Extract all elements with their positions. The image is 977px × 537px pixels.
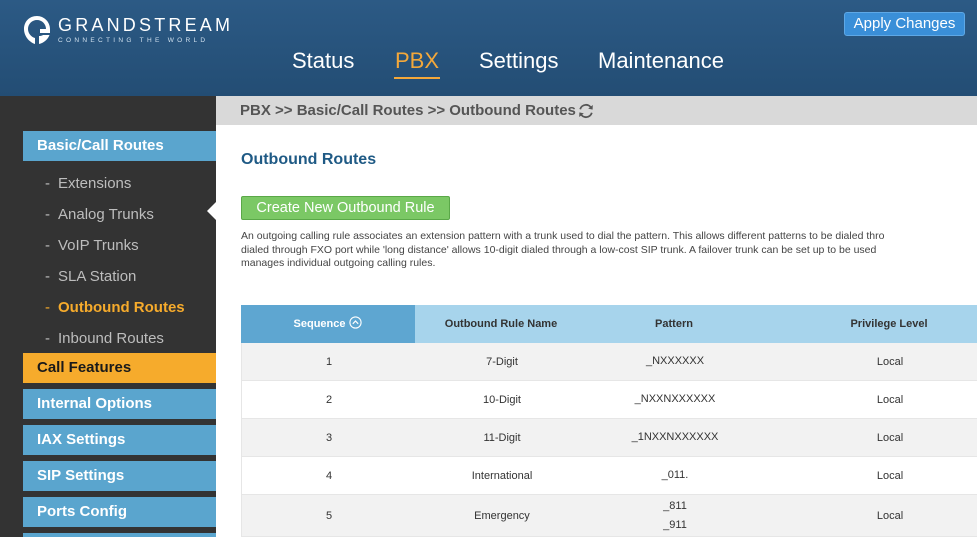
description-line: manages individual outgoing calling rule… xyxy=(241,257,436,269)
description-line: dialed through FXO port while 'long dist… xyxy=(241,243,877,256)
cell-pattern: _NXXNXXXXXX xyxy=(588,381,762,418)
sidebar-item-analog-trunks[interactable]: - Analog Trunks xyxy=(45,206,154,223)
outbound-routes-table: Sequence Outbound Rule Name Pattern Priv… xyxy=(241,305,977,537)
sidebar-item-label: Analog Trunks xyxy=(58,206,154,223)
cell-rule-name: 10-Digit xyxy=(483,393,521,406)
sidebar-item-label: Extensions xyxy=(58,175,132,192)
sidebar-section-call-features[interactable]: Call Features xyxy=(23,353,216,383)
cell-pattern: _NXXXXXX xyxy=(588,343,762,380)
cell-rule-name: 7-Digit xyxy=(486,355,518,368)
cell-sequence: 4 xyxy=(325,469,333,482)
top-header: GRANDSTREAM CONNECTING THE WORLD Apply C… xyxy=(0,0,977,96)
table-row[interactable]: 1 7-Digit _NXXXXXX Local xyxy=(241,343,977,381)
cell-rule-name: Emergency xyxy=(474,509,530,522)
nav-active-underline xyxy=(394,77,440,79)
sidebar-section-basic-call-routes[interactable]: Basic/Call Routes xyxy=(23,131,216,161)
sidebar-section-next[interactable] xyxy=(23,533,216,537)
dash-marker: - xyxy=(45,330,50,347)
dash-marker: - xyxy=(45,268,50,285)
main-content: Outbound Routes Create New Outbound Rule… xyxy=(216,125,977,537)
sidebar-section-sip-settings[interactable]: SIP Settings xyxy=(23,461,216,491)
logo-mark-icon xyxy=(24,16,50,44)
pattern-value: _811 xyxy=(663,499,687,512)
active-item-pointer xyxy=(207,202,216,220)
sidebar-section-ports-config[interactable]: Ports Config xyxy=(23,497,216,527)
table-row[interactable]: 3 11-Digit _1NXXNXXXXXX Local xyxy=(241,419,977,457)
nav-maintenance[interactable]: Maintenance xyxy=(598,48,724,74)
cell-pattern: _811 _911 xyxy=(588,495,762,536)
sidebar-section-internal-options[interactable]: Internal Options xyxy=(23,389,216,419)
breadcrumb: PBX >> Basic/Call Routes >> Outbound Rou… xyxy=(240,102,576,119)
logo-name: GRANDSTREAM xyxy=(58,14,234,35)
header-sequence-label: Sequence xyxy=(293,318,346,330)
description-line: An outgoing calling rule associates an e… xyxy=(241,230,885,242)
sidebar-item-label: Inbound Routes xyxy=(58,330,164,347)
sidebar-item-inbound-routes[interactable]: - Inbound Routes xyxy=(45,330,164,347)
nav-status[interactable]: Status xyxy=(292,48,354,74)
dash-marker: - xyxy=(45,206,50,223)
sidebar-item-label: Outbound Routes xyxy=(58,299,185,316)
pattern-value: _011. xyxy=(661,469,689,481)
pattern-value: _1NXXNXXXXXX xyxy=(631,431,719,443)
cell-privilege: Local xyxy=(876,355,904,368)
cell-pattern: _1NXXNXXXXXX xyxy=(588,419,762,456)
cell-privilege: Local xyxy=(876,509,904,522)
dash-marker: - xyxy=(45,237,50,254)
sort-asc-icon[interactable] xyxy=(349,316,363,329)
sidebar-item-voip-trunks[interactable]: - VoIP Trunks xyxy=(45,237,139,254)
table-header: Sequence Outbound Rule Name Pattern Priv… xyxy=(241,305,977,343)
table-row[interactable]: 4 International _011. Local xyxy=(241,457,977,495)
header-sequence[interactable]: Sequence xyxy=(241,305,415,343)
table-row[interactable]: 5 Emergency _811 _911 Local xyxy=(241,495,977,537)
sidebar-item-extensions[interactable]: - Extensions xyxy=(45,175,131,192)
cell-sequence: 5 xyxy=(325,509,333,522)
sidebar-section-iax-settings[interactable]: IAX Settings xyxy=(23,425,216,455)
create-outbound-rule-button[interactable]: Create New Outbound Rule xyxy=(241,196,450,220)
page-title: Outbound Routes xyxy=(241,151,377,168)
cell-pattern: _011. xyxy=(588,457,762,494)
cell-sequence: 1 xyxy=(325,355,333,368)
page-description: An outgoing calling rule associates an e… xyxy=(241,230,977,271)
grandstream-logo[interactable]: GRANDSTREAM CONNECTING THE WORLD xyxy=(22,12,233,48)
nav-pbx[interactable]: PBX xyxy=(395,48,439,74)
pattern-value: _NXXXXXX xyxy=(645,355,705,367)
cell-privilege: Local xyxy=(876,393,904,406)
dash-marker: - xyxy=(45,299,50,316)
sidebar-item-sla-station[interactable]: - SLA Station xyxy=(45,268,136,285)
sidebar-item-label: SLA Station xyxy=(58,268,137,285)
cell-sequence: 3 xyxy=(325,431,333,444)
header-pattern[interactable]: Pattern xyxy=(587,305,761,343)
pattern-value: _NXXNXXXXXX xyxy=(634,393,716,405)
cell-rule-name: International xyxy=(471,469,533,482)
cell-sequence: 2 xyxy=(325,393,333,406)
refresh-icon[interactable] xyxy=(577,102,595,120)
table-row[interactable]: 2 10-Digit _NXXNXXXXXX Local xyxy=(241,381,977,419)
breadcrumb-bar: PBX >> Basic/Call Routes >> Outbound Rou… xyxy=(216,96,977,125)
header-privilege-level[interactable]: Privilege Level xyxy=(761,305,977,343)
dash-marker: - xyxy=(45,175,50,192)
cell-privilege: Local xyxy=(876,469,904,482)
apply-changes-button[interactable]: Apply Changes xyxy=(844,12,965,36)
sidebar-item-label: VoIP Trunks xyxy=(58,237,139,254)
logo-tagline: CONNECTING THE WORLD xyxy=(58,36,209,44)
sidebar-item-outbound-routes[interactable]: - Outbound Routes xyxy=(45,299,185,316)
sidebar: Basic/Call Routes - Extensions - Analog Tr… xyxy=(0,96,216,537)
cell-privilege: Local xyxy=(876,431,904,444)
cell-rule-name: 11-Digit xyxy=(483,431,521,444)
pattern-value: _911 xyxy=(663,518,687,531)
nav-settings[interactable]: Settings xyxy=(479,48,559,74)
header-rule-name[interactable]: Outbound Rule Name xyxy=(415,305,587,343)
